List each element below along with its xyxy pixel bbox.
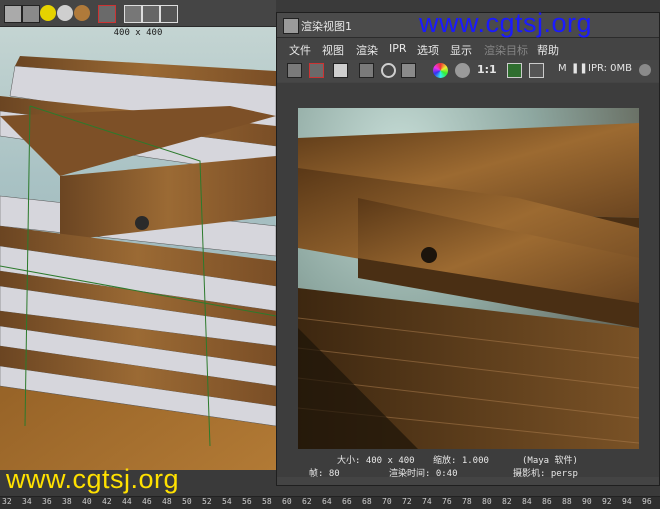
- render-view-icon: [283, 18, 299, 34]
- timeline-tick: 52: [202, 497, 212, 506]
- share-icon[interactable]: [160, 5, 178, 23]
- watermark-bottom: www.cgtsj.org: [6, 464, 180, 494]
- timeline-tick: 82: [502, 497, 512, 506]
- menu-options[interactable]: 选项: [417, 42, 439, 58]
- cube-icon[interactable]: [124, 5, 142, 23]
- menu-file[interactable]: 文件: [289, 42, 311, 58]
- ipr-render-icon[interactable]: [359, 63, 374, 78]
- timeline-tick: 72: [402, 497, 412, 506]
- render-canvas[interactable]: [277, 83, 659, 477]
- keep-image-icon[interactable]: [507, 63, 522, 78]
- watermark-top: www.cgtsj.org: [419, 8, 593, 38]
- timeline-tick: 54: [222, 497, 232, 506]
- timeline-tick: 68: [362, 497, 372, 506]
- timeline-tick: 84: [522, 497, 532, 506]
- timeline-tick: 42: [102, 497, 112, 506]
- render-region-icon[interactable]: [309, 63, 324, 78]
- rendered-image: [298, 108, 639, 449]
- render-view-toolbar: 1:1 M ❚❚ IPR: 0MB: [277, 60, 659, 82]
- renderer-label: (Maya 软件): [522, 456, 578, 466]
- frame-icon[interactable]: [142, 5, 160, 23]
- scene-viewport[interactable]: 400 x 400: [0, 0, 276, 508]
- select-icon[interactable]: [98, 5, 116, 23]
- remove-image-icon[interactable]: [529, 63, 544, 78]
- checker-icon[interactable]: [22, 5, 40, 23]
- timeline-tick: 90: [582, 497, 592, 506]
- render-view-window: 渲染视图1 文件 视图 渲染 IPR 选项 显示 渲染目标 帮助 1:1 M ❚…: [276, 12, 660, 486]
- viewport-scene: [0, 56, 276, 470]
- render-view-menubar: 文件 视图 渲染 IPR 选项 显示 渲染目标 帮助: [277, 39, 659, 59]
- ipr-memory-label: IPR: 0MB: [588, 63, 633, 74]
- settings-icon[interactable]: [401, 63, 416, 78]
- timeline-tick: 78: [462, 497, 472, 506]
- timeline-tick: 88: [562, 497, 572, 506]
- timeline-tick: 56: [242, 497, 252, 506]
- zoom-label: 缩放: 1.000: [433, 456, 489, 466]
- status-dot-icon: [639, 64, 651, 76]
- timeline-tick: 94: [622, 497, 632, 506]
- redo-render-icon[interactable]: [287, 63, 302, 78]
- menu-render-target: 渲染目标: [484, 44, 528, 57]
- menu-ipr[interactable]: IPR: [389, 42, 407, 55]
- timeline-tick: 40: [82, 497, 92, 506]
- camera-label: 摄影机: persp: [513, 469, 578, 479]
- timeline-tick: 58: [262, 497, 272, 506]
- timeline-tick: 96: [642, 497, 652, 506]
- time-slider[interactable]: 32 34 36 38 40 42 44 46 48 50 52 54 56 58 60 62 64 66 68 70…: [0, 496, 660, 509]
- timeline-tick: 64: [322, 497, 332, 506]
- render-info-bar: 大小: 400 x 400 缩放: 1.000 (Maya 软件) 帧: 80 …: [277, 451, 659, 491]
- timeline-tick: 62: [302, 497, 312, 506]
- snapshot-icon[interactable]: [333, 63, 348, 78]
- frame-label: 帧: 80: [309, 469, 340, 479]
- alpha-channel-icon[interactable]: [455, 63, 470, 78]
- timeline-tick: 60: [282, 497, 292, 506]
- menu-help[interactable]: 帮助: [537, 42, 559, 58]
- grid-icon[interactable]: [4, 5, 22, 23]
- real-size-button[interactable]: 1:1: [477, 63, 497, 76]
- m-label: M: [558, 63, 567, 74]
- timeline-tick: 38: [62, 497, 72, 506]
- timeline-tick: 66: [342, 497, 352, 506]
- sphere-icon[interactable]: [57, 5, 73, 21]
- color-channels-icon[interactable]: [433, 63, 448, 78]
- timeline-tick: 32: [2, 497, 12, 506]
- timeline-tick: 74: [422, 497, 432, 506]
- render-view-title: 渲染视图1: [301, 20, 352, 33]
- menu-view[interactable]: 视图: [322, 42, 344, 58]
- material-icon[interactable]: [74, 5, 90, 21]
- menu-render[interactable]: 渲染: [356, 42, 378, 58]
- timeline-tick: 80: [482, 497, 492, 506]
- timeline-tick: 34: [22, 497, 32, 506]
- render-time-label: 渲染时间: 0:40: [389, 469, 458, 479]
- pause-icon[interactable]: ❚❚: [571, 63, 588, 74]
- timeline-tick: 48: [162, 497, 172, 506]
- timeline-tick: 92: [602, 497, 612, 506]
- refresh-icon[interactable]: [381, 63, 396, 78]
- timeline-tick: 50: [182, 497, 192, 506]
- timeline-tick: 44: [122, 497, 132, 506]
- menu-display[interactable]: 显示: [450, 42, 472, 58]
- viewport-toolbar: [0, 0, 276, 27]
- image-size-label: 大小: 400 x 400: [337, 456, 415, 466]
- timeline-tick: 70: [382, 497, 392, 506]
- timeline-tick: 86: [542, 497, 552, 506]
- timeline-tick: 46: [142, 497, 152, 506]
- timeline-tick: 36: [42, 497, 52, 506]
- light-icon[interactable]: [40, 5, 56, 21]
- timeline-tick: 76: [442, 497, 452, 506]
